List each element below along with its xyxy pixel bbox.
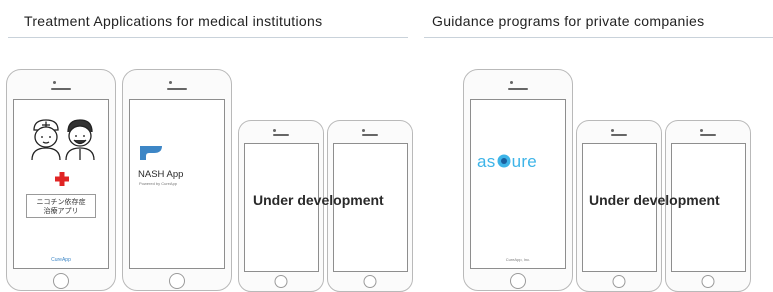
nash-app-name: NASH App bbox=[138, 169, 184, 180]
medical-under-development-label: Under development bbox=[253, 192, 384, 208]
cureapp-label-box: ニコチン依存症 治療アプリ bbox=[26, 194, 96, 218]
earpiece-speaker bbox=[167, 88, 187, 90]
medical-section-title: Treatment Applications for medical insti… bbox=[24, 13, 323, 29]
home-button[interactable] bbox=[701, 275, 715, 288]
private-section-divider bbox=[424, 37, 773, 38]
earpiece-speaker bbox=[508, 88, 528, 90]
nash-logo-icon bbox=[140, 146, 162, 160]
earpiece-speaker bbox=[611, 134, 627, 136]
home-button[interactable] bbox=[169, 273, 185, 289]
nash-phone: NASH App Powered by CureApp bbox=[122, 69, 232, 291]
home-button[interactable] bbox=[612, 275, 626, 288]
cureapp-brand: CureApp bbox=[14, 257, 108, 263]
private-section-title: Guidance programs for private companies bbox=[432, 13, 705, 29]
earpiece-speaker bbox=[51, 88, 71, 90]
ascure-logo-suffix: ure bbox=[511, 152, 538, 171]
home-button[interactable] bbox=[53, 273, 69, 289]
cureapp-label-line1: ニコチン依存症 bbox=[36, 198, 86, 206]
red-cross-icon bbox=[55, 172, 69, 186]
cureapp-screen[interactable]: ニコチン依存症 治療アプリ CureApp bbox=[13, 99, 109, 269]
medical-section-divider bbox=[8, 37, 408, 38]
ascure-c-icon bbox=[497, 154, 511, 168]
front-camera bbox=[169, 81, 172, 84]
cureapp-brand-text: CureApp bbox=[51, 257, 71, 263]
ascure-footer: CureApp, Inc. bbox=[505, 257, 531, 262]
front-camera bbox=[611, 129, 614, 132]
home-button[interactable] bbox=[510, 273, 526, 289]
ascure-screen[interactable]: as ure CureApp, Inc. bbox=[470, 99, 566, 269]
front-camera bbox=[700, 129, 703, 132]
doctor-nurse-icon bbox=[31, 119, 95, 161]
earpiece-speaker bbox=[700, 134, 716, 136]
cureapp-phone: ニコチン依存症 治療アプリ CureApp bbox=[6, 69, 116, 291]
home-button[interactable] bbox=[363, 275, 377, 288]
front-camera bbox=[273, 129, 276, 132]
private-under-development-label: Under development bbox=[589, 192, 720, 208]
earpiece-speaker bbox=[273, 134, 289, 136]
ascure-phone: as ure CureApp, Inc. bbox=[463, 69, 573, 291]
nash-screen[interactable]: NASH App Powered by CureApp bbox=[129, 99, 225, 269]
home-button[interactable] bbox=[274, 275, 288, 288]
nash-tagline: Powered by CureApp bbox=[139, 181, 178, 186]
ascure-logo-prefix: as bbox=[477, 152, 496, 171]
earpiece-speaker bbox=[362, 134, 378, 136]
cureapp-label-line2: 治療アプリ bbox=[43, 207, 79, 215]
front-camera bbox=[362, 129, 365, 132]
front-camera bbox=[53, 81, 56, 84]
front-camera bbox=[510, 81, 513, 84]
ascure-logo: as ure bbox=[477, 152, 537, 172]
